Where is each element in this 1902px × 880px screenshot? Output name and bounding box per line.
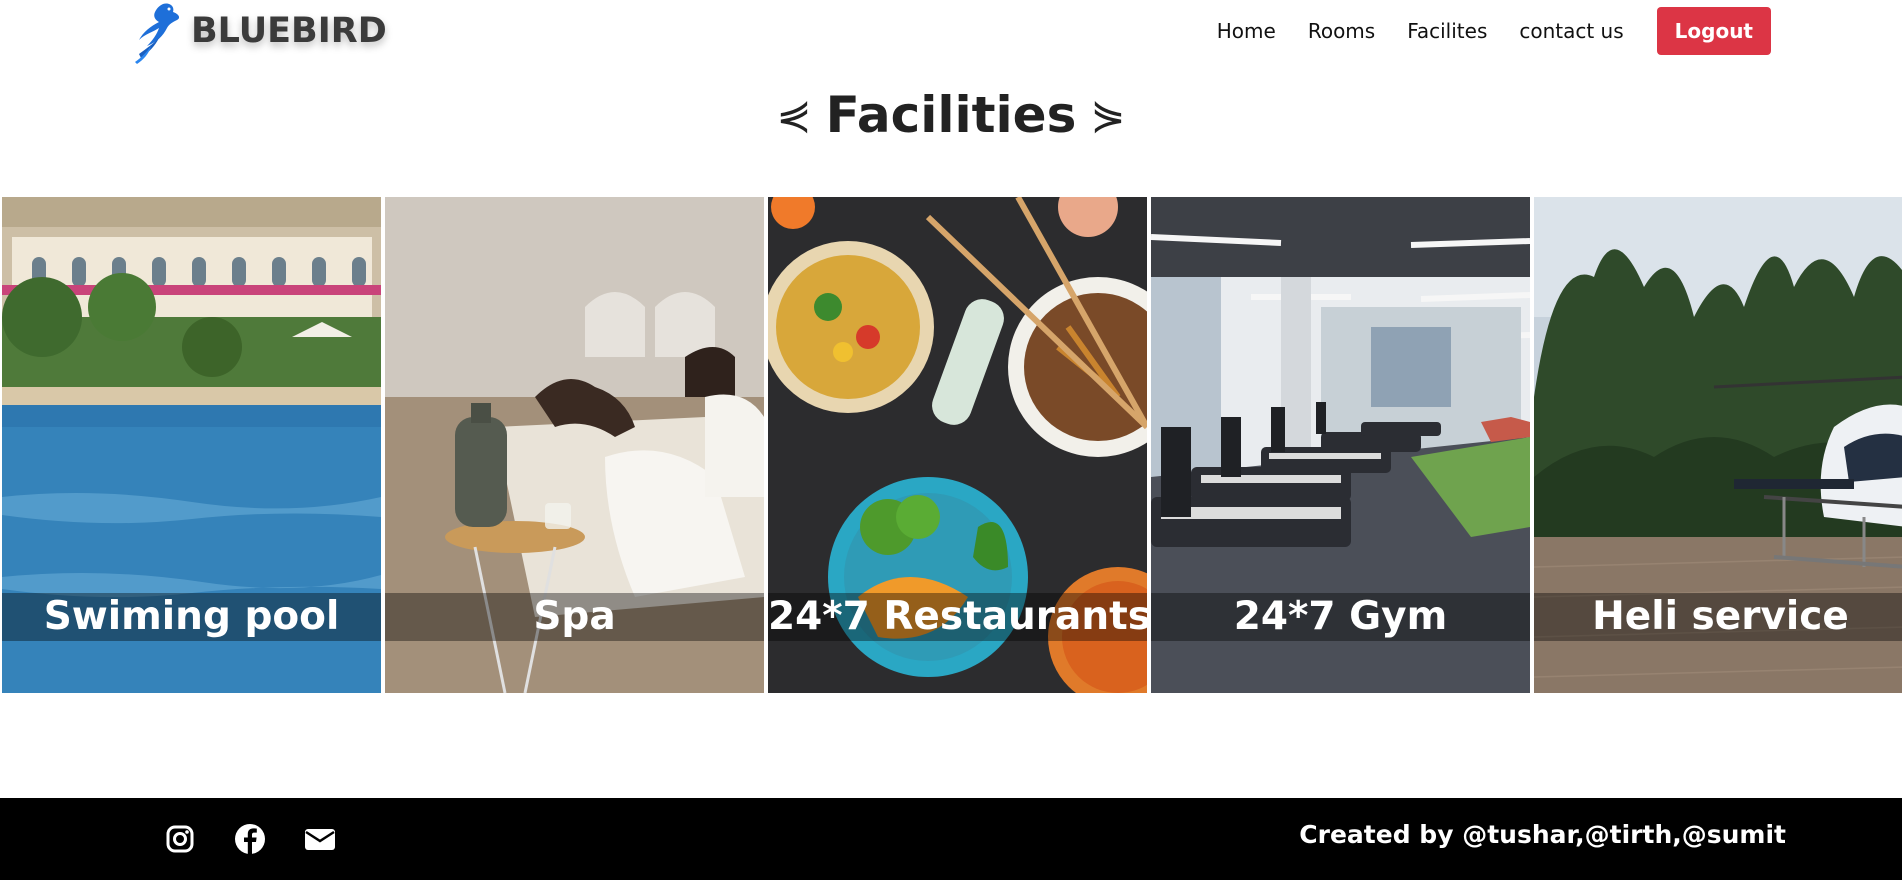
facilities-gallery: Swiming pool Spa 24*7 Restaurants 24*7 G…: [2, 197, 1902, 693]
facility-label: Spa: [385, 593, 764, 641]
nav-home-link[interactable]: Home: [1217, 19, 1276, 43]
bird-logo-icon: [135, 3, 180, 64]
site-footer: Created by @tushar,@tirth,@sumit: [0, 798, 1902, 880]
main-nav: Home Rooms Facilites contact us Logout: [1185, 7, 1771, 55]
facility-card-restaurant[interactable]: 24*7 Restaurants: [768, 197, 1147, 693]
credits-text: Created by @tushar,@tirth,@sumit: [1299, 820, 1786, 849]
nav-facilities-link[interactable]: Facilites: [1407, 19, 1487, 43]
facility-card-heli[interactable]: Heli service: [1534, 197, 1902, 693]
page-title: Facilities: [825, 86, 1077, 144]
brand-logo[interactable]: BLUEBIRD: [133, 0, 387, 64]
nav-contact-link[interactable]: contact us: [1519, 19, 1623, 43]
email-icon[interactable]: [303, 822, 337, 856]
facilities-heading: ⋞ Facilities ⋟: [0, 80, 1902, 154]
facility-label: Heli service: [1534, 593, 1902, 641]
facility-card-spa[interactable]: Spa: [385, 197, 764, 693]
site-header: BLUEBIRD Home Rooms Facilites contact us…: [0, 0, 1902, 64]
facility-label: 24*7 Gym: [1151, 593, 1530, 641]
facebook-icon[interactable]: [233, 822, 267, 856]
logout-button[interactable]: Logout: [1656, 7, 1771, 55]
facility-label: Swiming pool: [2, 593, 381, 641]
facility-card-pool[interactable]: Swiming pool: [2, 197, 381, 693]
right-decoration-icon: ⋟: [1090, 89, 1126, 139]
facility-card-gym[interactable]: 24*7 Gym: [1151, 197, 1530, 693]
left-decoration-icon: ⋞: [776, 89, 812, 139]
social-links: [163, 822, 373, 856]
nav-rooms-link[interactable]: Rooms: [1308, 19, 1375, 43]
instagram-icon[interactable]: [163, 822, 197, 856]
facility-label: 24*7 Restaurants: [768, 593, 1147, 641]
brand-name: BLUEBIRD: [191, 11, 387, 51]
